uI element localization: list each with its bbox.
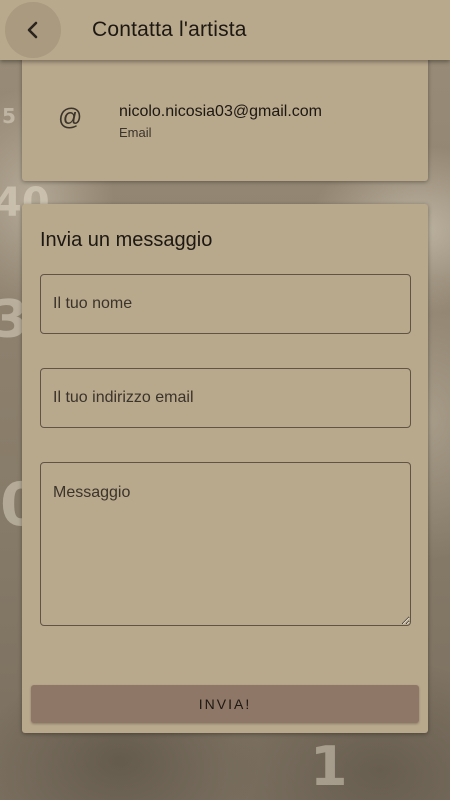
app-bar: Contatta l'artista: [0, 0, 450, 60]
contact-email-label: Email: [119, 125, 152, 140]
message-form-card: Invia un messaggio INVIA!: [22, 204, 428, 733]
send-button[interactable]: INVIA!: [31, 685, 419, 723]
contact-card: @ nicolo.nicosia03@gmail.com Email: [22, 56, 428, 181]
background-decoration: 5: [2, 104, 16, 128]
name-input[interactable]: [40, 274, 411, 334]
message-textarea[interactable]: [40, 462, 411, 626]
background-decoration: 1: [310, 735, 348, 798]
chevron-left-icon: [27, 21, 38, 39]
form-title: Invia un messaggio: [40, 229, 213, 251]
page-title: Contatta l'artista: [92, 18, 247, 41]
contact-email-value[interactable]: nicolo.nicosia03@gmail.com: [119, 103, 322, 121]
back-button[interactable]: [5, 2, 61, 58]
email-input[interactable]: [40, 368, 411, 428]
at-sign-icon: @: [58, 104, 83, 131]
